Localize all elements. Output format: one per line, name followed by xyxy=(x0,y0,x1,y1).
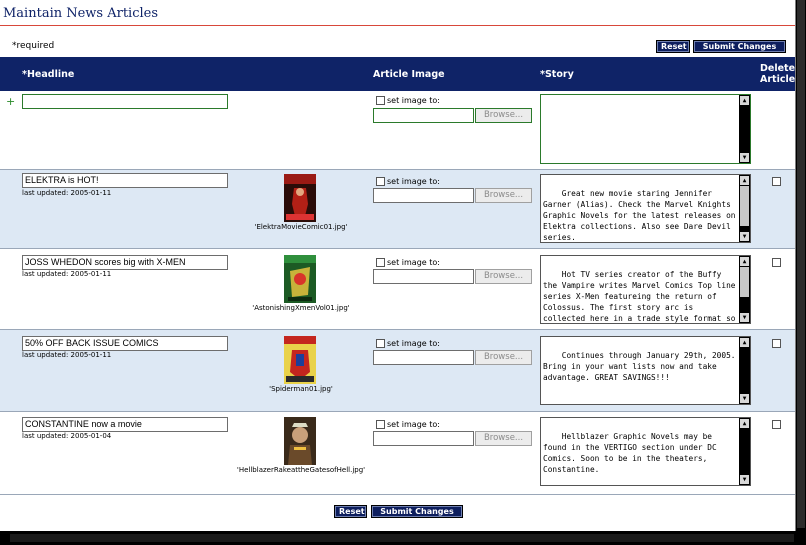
down-arrow-icon[interactable]: ▼ xyxy=(740,153,749,162)
main-window: Maintain News Articles *required Reset S… xyxy=(0,0,796,531)
reset-button-top[interactable]: Reset xyxy=(656,40,690,53)
article-image-thumbnail-1 xyxy=(284,174,316,222)
image-filename-1: 'ElektraMovieComic01.jpg' xyxy=(254,223,348,231)
image-path-input-1[interactable] xyxy=(373,188,474,203)
new-set-image-label: set image to: xyxy=(387,96,440,105)
window-horizontal-scrollbar[interactable] xyxy=(0,531,806,545)
browse-button-4[interactable]: Browse... xyxy=(475,431,532,446)
window-scroll-thumb[interactable] xyxy=(797,0,805,528)
set-image-label-4: set image to: xyxy=(387,420,440,429)
delete-checkbox-2[interactable] xyxy=(772,258,781,267)
down-arrow-icon[interactable]: ▼ xyxy=(740,232,749,241)
new-story-scrollbar[interactable]: ▲ ▼ xyxy=(739,95,750,163)
row-divider xyxy=(0,494,795,495)
story-textarea-4[interactable]: Hellblazer Graphic Novels may be found i… xyxy=(540,417,751,486)
new-image-path-input[interactable] xyxy=(373,108,474,123)
article-image-thumbnail-2 xyxy=(284,255,316,303)
column-delete-line1: Delete xyxy=(760,63,796,74)
submit-changes-button-bottom[interactable]: Submit Changes xyxy=(371,505,463,518)
up-arrow-icon[interactable]: ▲ xyxy=(740,338,749,347)
column-story: *Story xyxy=(540,69,574,80)
story-text-4: Hellblazer Graphic Novels may be found i… xyxy=(543,432,722,474)
title-divider xyxy=(0,25,795,26)
table-header: *Headline Article Image *Story Delete Ar… xyxy=(0,57,796,91)
window-vertical-scrollbar[interactable] xyxy=(796,0,806,531)
image-path-input-2[interactable] xyxy=(373,269,474,284)
reset-button-bottom[interactable]: Reset xyxy=(334,505,367,518)
set-image-label-3: set image to: xyxy=(387,339,440,348)
story-scrollbar-2[interactable]: ▲ ▼ xyxy=(739,256,750,323)
set-image-checkbox-4[interactable] xyxy=(376,420,385,429)
scroll-thumb[interactable] xyxy=(740,186,749,226)
down-arrow-icon[interactable]: ▼ xyxy=(740,475,749,484)
column-article-image: Article Image xyxy=(373,69,445,80)
down-arrow-icon[interactable]: ▼ xyxy=(740,394,749,403)
image-filename-3: 'Spiderman01.jpg' xyxy=(269,385,333,393)
browse-button-2[interactable]: Browse... xyxy=(475,269,532,284)
set-image-checkbox-2[interactable] xyxy=(376,258,385,267)
last-updated-1: last updated: 2005-01-11 xyxy=(22,189,112,197)
headline-input-3[interactable]: 50% OFF BACK ISSUE COMICS xyxy=(22,336,228,351)
page-title: Maintain News Articles xyxy=(3,6,159,21)
image-path-input-4[interactable] xyxy=(373,431,474,446)
article-image-thumbnail-3 xyxy=(284,336,316,384)
story-text-2: Hot TV series creator of the Buffy the V… xyxy=(543,270,736,323)
delete-checkbox-3[interactable] xyxy=(772,339,781,348)
story-textarea-1[interactable]: Great new movie staring Jennifer Garner … xyxy=(540,174,751,243)
image-filename-4: 'HellblazerRakeattheGatesofHell.jpg' xyxy=(236,466,366,474)
window-hscroll-track[interactable] xyxy=(10,534,794,542)
headline-input-1[interactable]: ELEKTRA is HOT! xyxy=(22,173,228,188)
set-image-checkbox-3[interactable] xyxy=(376,339,385,348)
column-delete-line2: Article xyxy=(760,74,796,85)
up-arrow-icon[interactable]: ▲ xyxy=(740,257,749,266)
story-scrollbar-1[interactable]: ▲ ▼ xyxy=(739,175,750,242)
headline-input-4[interactable]: CONSTANTINE now a movie xyxy=(22,417,228,432)
set-image-checkbox-1[interactable] xyxy=(376,177,385,186)
plus-icon: + xyxy=(6,95,16,108)
up-arrow-icon[interactable]: ▲ xyxy=(740,419,749,428)
last-updated-4: last updated: 2005-01-04 xyxy=(22,432,112,440)
new-browse-button[interactable]: Browse... xyxy=(475,108,532,123)
submit-changes-button-top[interactable]: Submit Changes xyxy=(693,40,786,53)
story-scrollbar-4[interactable]: ▲ ▼ xyxy=(739,418,750,485)
new-story-textarea[interactable]: ▲ ▼ xyxy=(540,94,751,164)
story-scrollbar-3[interactable]: ▲ ▼ xyxy=(739,337,750,404)
set-image-label-1: set image to: xyxy=(387,177,440,186)
new-set-image-checkbox[interactable] xyxy=(376,96,385,105)
browse-button-3[interactable]: Browse... xyxy=(475,350,532,365)
story-text-1: Great new movie staring Jennifer Garner … xyxy=(543,189,741,242)
scroll-thumb[interactable] xyxy=(740,267,749,297)
delete-checkbox-1[interactable] xyxy=(772,177,781,186)
image-path-input-3[interactable] xyxy=(373,350,474,365)
headline-input-2[interactable]: JOSS WHEDON scores big with X-MEN xyxy=(22,255,228,270)
required-note: *required xyxy=(12,41,55,51)
story-text-3: Continues through January 29th, 2005. Br… xyxy=(543,351,741,382)
story-textarea-3[interactable]: Continues through January 29th, 2005. Br… xyxy=(540,336,751,405)
browse-button-1[interactable]: Browse... xyxy=(475,188,532,203)
new-headline-input[interactable] xyxy=(22,94,228,109)
last-updated-3: last updated: 2005-01-11 xyxy=(22,351,112,359)
set-image-label-2: set image to: xyxy=(387,258,440,267)
article-image-thumbnail-4 xyxy=(284,417,316,465)
down-arrow-icon[interactable]: ▼ xyxy=(740,313,749,322)
column-headline: *Headline xyxy=(22,69,75,80)
up-arrow-icon[interactable]: ▲ xyxy=(740,176,749,185)
story-textarea-2[interactable]: Hot TV series creator of the Buffy the V… xyxy=(540,255,751,324)
delete-checkbox-4[interactable] xyxy=(772,420,781,429)
last-updated-2: last updated: 2005-01-11 xyxy=(22,270,112,278)
image-filename-2: 'AstonishingXmenVol01.jpg' xyxy=(252,304,350,312)
up-arrow-icon[interactable]: ▲ xyxy=(740,96,749,105)
